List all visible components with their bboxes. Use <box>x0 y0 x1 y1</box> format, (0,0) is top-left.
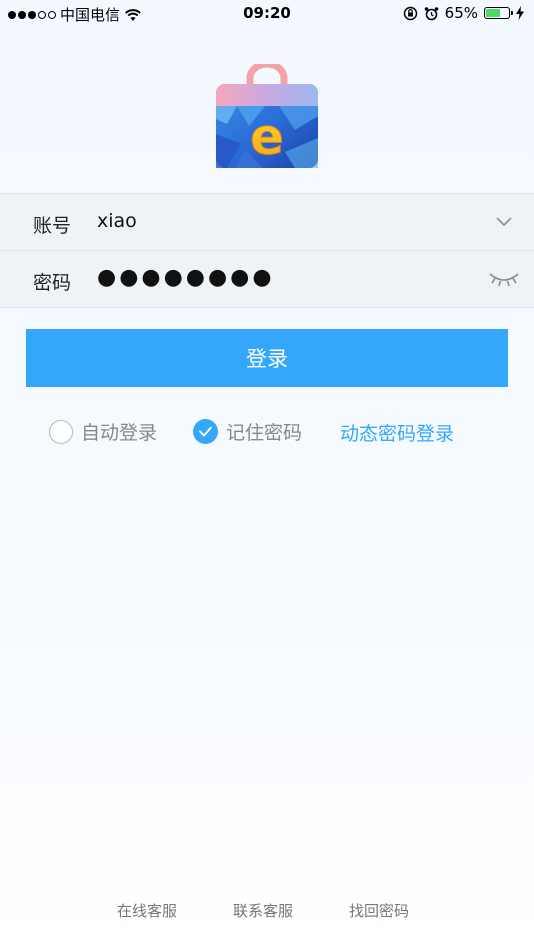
status-bar-right: 65% <box>403 4 524 22</box>
battery-icon <box>484 7 513 19</box>
chevron-down-icon[interactable] <box>496 215 512 227</box>
eye-closed-icon[interactable] <box>488 268 520 290</box>
battery-percent: 65% <box>444 4 478 22</box>
remember-password-check-icon[interactable] <box>193 419 218 444</box>
online-service-link[interactable]: 在线客服 <box>117 900 177 921</box>
login-options: 自动登录 记住密码 动态密码登录 <box>0 418 534 448</box>
password-input[interactable]: ●●●●●●●● <box>97 265 467 290</box>
logo-letter: e <box>250 108 284 166</box>
remember-password-option[interactable]: 记住密码 <box>193 418 302 445</box>
shopping-bag-logo-icon: e <box>216 64 318 168</box>
charging-icon <box>516 6 524 20</box>
alarm-icon <box>424 6 438 20</box>
auto-login-radio-icon[interactable] <box>49 419 73 444</box>
status-bar: 中国电信 09:20 65% <box>0 0 534 30</box>
login-form: 账号 密码 ●●●●●●●● <box>0 193 534 308</box>
password-row[interactable]: 密码 ●●●●●●●● <box>0 250 534 308</box>
login-button[interactable]: 登录 <box>26 329 508 387</box>
account-row[interactable]: 账号 <box>0 193 534 250</box>
remember-password-label[interactable]: 记住密码 <box>226 418 302 445</box>
find-password-link[interactable]: 找回密码 <box>349 900 409 921</box>
contact-service-link[interactable]: 联系客服 <box>233 900 293 921</box>
auto-login-option[interactable]: 自动登录 <box>49 418 157 445</box>
footer-links: 在线客服 联系客服 找回密码 <box>0 900 534 924</box>
orientation-lock-icon <box>403 6 417 20</box>
password-label: 密码 <box>33 272 72 294</box>
auto-login-label[interactable]: 自动登录 <box>81 418 157 445</box>
battery-level <box>486 9 501 17</box>
account-label: 账号 <box>33 215 72 237</box>
account-input[interactable] <box>97 210 467 232</box>
checkmark-icon <box>199 426 212 437</box>
dynamic-password-login-link[interactable]: 动态密码登录 <box>340 419 454 446</box>
